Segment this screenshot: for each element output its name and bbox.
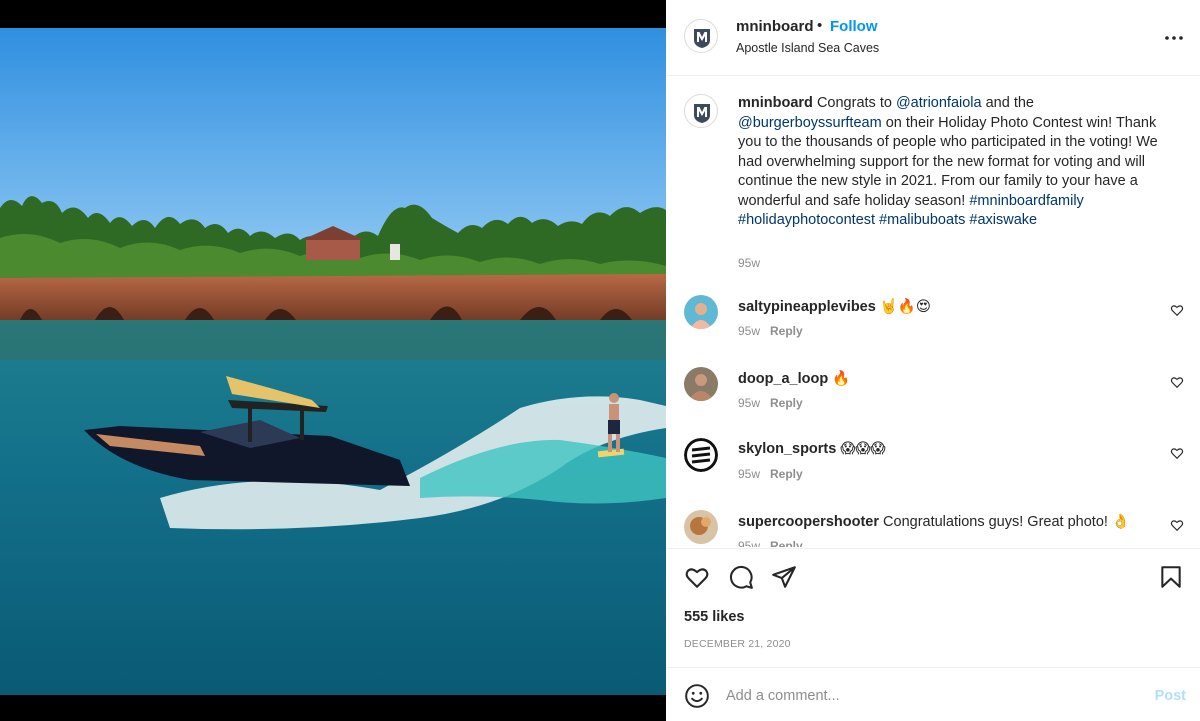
reply-button[interactable]: Reply [770,396,803,410]
post-photo-art [0,28,666,695]
avatar-photo-icon [684,510,718,544]
comment-text: supercoopershooter Congratulations guys!… [738,513,1130,530]
account-avatar[interactable] [684,19,718,53]
heart-icon[interactable] [684,564,710,590]
post-header: mninboard • Follow Apostle Island Sea Ca… [666,0,1200,76]
comment-meta: 95w Reply [738,396,803,410]
more-icon[interactable] [1164,28,1184,48]
commenter-avatar[interactable] [684,367,718,401]
hashtag-link[interactable]: #holidayphotocontest [738,212,875,228]
follow-button[interactable]: Follow [830,18,878,35]
hashtag-link[interactable]: #malibuboats [879,212,965,228]
mention-link[interactable]: @burgerboyssurfteam [738,115,882,131]
location-link[interactable]: Apostle Island Sea Caves [736,41,879,55]
hashtag-link[interactable]: #axiswake [969,212,1037,228]
comment-text: doop_a_loop 🔥 [738,370,850,387]
comment-heart-icon[interactable] [1170,303,1184,317]
header-username[interactable]: mninboard [736,18,814,35]
commenter-avatar[interactable] [684,295,718,329]
caption-username[interactable]: mninboard [738,95,813,111]
comment-meta: 95w Reply [738,539,803,547]
comment-timestamp: 95w [738,539,761,547]
photo-pane [0,0,666,721]
comment-username[interactable]: doop_a_loop [738,371,828,387]
reply-button[interactable]: Reply [770,467,803,481]
avatar-photo-icon [684,295,718,329]
comment-heart-icon[interactable] [1170,518,1184,532]
comment-emoji: 😱😱😱 [840,441,886,457]
comment-item: saltypineapplevibes 🤘🔥😍 95w Reply [666,295,1200,365]
hashtag-link[interactable]: #mninboardfamily [969,193,1083,209]
comment-timestamp: 95w [738,396,761,410]
post-caption: mninboard Congrats to @atrionfaiola and … [738,94,1168,231]
comment-username[interactable]: supercoopershooter [738,514,879,530]
comment-timestamp: 95w [738,467,761,481]
comment-meta: 95w Reply [738,467,803,481]
mninboard-logo-icon [694,29,710,48]
caption-text: Congrats to [812,95,896,111]
comment-heart-icon[interactable] [1170,446,1184,460]
comment-timestamp: 95w [738,324,761,338]
comment-text: saltypineapplevibes 🤘🔥😍 [738,298,931,315]
comment-emoji: 🤘🔥😍 [879,299,932,315]
comment-emoji: 👌 [1111,514,1130,530]
comment-username[interactable]: saltypineapplevibes [738,299,876,315]
caption-timestamp: 95w [738,256,761,270]
commenter-avatar[interactable] [684,438,718,472]
avatar-photo-icon [684,367,718,401]
comment-icon[interactable] [728,564,754,590]
add-comment-bar: Post [666,669,1200,721]
comment-item: supercoopershooter Congratulations guys!… [666,510,1200,547]
header-separator: • [817,17,823,34]
commenter-avatar[interactable] [684,510,718,544]
likes-count[interactable]: 555 likes [684,609,744,625]
share-icon[interactable] [771,564,797,590]
comments-feed[interactable]: mninboard Congrats to @atrionfaiola and … [666,77,1200,547]
post-panel: mninboard • Follow Apostle Island Sea Ca… [666,0,1200,721]
post-date: DECEMBER 21, 2020 [684,638,791,650]
action-bar: 555 likes DECEMBER 21, 2020 [666,548,1200,668]
comment-text: skylon_sports 😱😱😱 [738,441,886,457]
caption-text: and the [981,95,1035,111]
emoji-icon[interactable] [684,683,710,709]
reply-button[interactable]: Reply [770,324,803,338]
caption-avatar[interactable] [684,94,718,128]
comment-body: Congratulations guys! Great photo! [879,514,1108,530]
skylon-logo-icon [684,438,718,472]
comment-item: skylon_sports 😱😱😱 95w Reply [666,438,1200,508]
reply-button[interactable]: Reply [770,539,803,547]
comment-input[interactable] [726,683,1116,709]
mention-link[interactable]: @atrionfaiola [896,95,982,111]
bookmark-icon[interactable] [1158,564,1184,590]
post-photo[interactable] [0,28,666,695]
mninboard-logo-icon [694,104,710,123]
comment-meta: 95w Reply [738,324,803,338]
post-button[interactable]: Post [1155,688,1186,704]
comment-username[interactable]: skylon_sports [738,441,836,457]
comment-emoji: 🔥 [832,371,851,387]
comment-heart-icon[interactable] [1170,375,1184,389]
comment-item: doop_a_loop 🔥 95w Reply [666,367,1200,437]
